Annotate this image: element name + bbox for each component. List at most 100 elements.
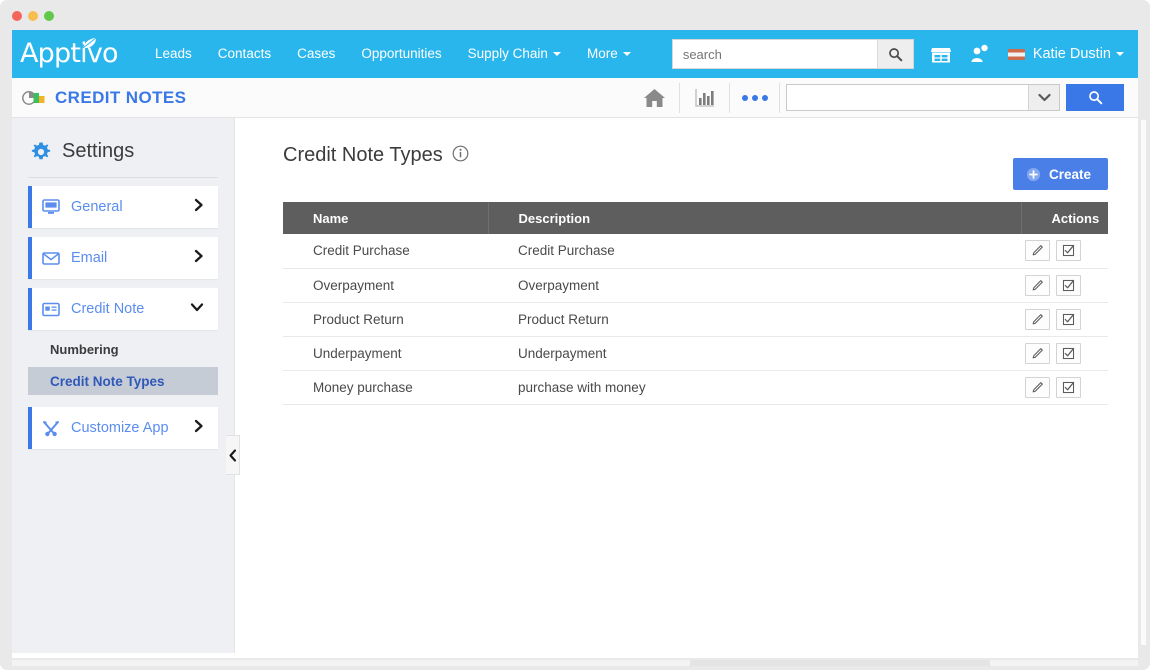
credit-notes-icon [22, 89, 46, 107]
vertical-scrollbar[interactable] [1141, 120, 1146, 645]
reports-button[interactable] [680, 78, 729, 118]
table-header: Name Description Actions [283, 202, 1108, 234]
settings-header: Settings [12, 118, 234, 173]
chevron-right-icon [194, 249, 204, 268]
close-window-button[interactable] [12, 11, 22, 21]
select-row-button[interactable] [1056, 377, 1081, 398]
chevron-down-icon [1116, 52, 1124, 56]
nav-link-leads[interactable]: Leads [142, 30, 205, 78]
sidebar-item-email-label: Email [71, 250, 194, 266]
horizontal-scrollbar-thumb[interactable] [690, 660, 990, 666]
chevron-right-icon [194, 419, 204, 438]
chevron-down-icon [623, 52, 631, 56]
nav-link-more[interactable]: More [574, 30, 644, 78]
cell-name: Product Return [283, 302, 488, 336]
maximize-window-button[interactable] [44, 11, 54, 21]
plus-circle-icon [1026, 167, 1041, 182]
search-icon [888, 47, 903, 62]
sidebar-collapse-handle[interactable] [226, 435, 240, 475]
edit-row-button[interactable] [1025, 309, 1050, 330]
home-icon [642, 87, 667, 109]
top-nav-right-cluster: Katie Dustin [672, 39, 1138, 69]
cell-actions [1021, 370, 1108, 404]
apptivo-logo[interactable]: Apptivo [20, 38, 124, 70]
info-icon[interactable] [452, 145, 469, 167]
more-options-button[interactable] [730, 78, 779, 118]
tools-icon [42, 420, 60, 437]
minimize-window-button[interactable] [28, 11, 38, 21]
nav-link-cases[interactable]: Cases [284, 30, 348, 78]
window-title-bar [0, 0, 1150, 30]
content-pane: Credit Note Types Create Name Descriptio… [234, 118, 1138, 653]
module-search-input[interactable] [787, 85, 1028, 110]
nav-link-opportunities[interactable]: Opportunities [348, 30, 454, 78]
sidebar-item-customize-app-label: Customize App [71, 420, 194, 436]
global-search-button[interactable] [877, 40, 913, 68]
search-icon [1088, 90, 1103, 105]
gear-icon [30, 141, 52, 163]
table-body: Credit Purchase Credit Purchase [283, 234, 1108, 404]
chevron-right-icon [194, 198, 204, 217]
module-search-dropdown-button[interactable] [1028, 85, 1059, 110]
nav-link-supply-chain-label: Supply Chain [468, 46, 548, 61]
table-row[interactable]: Money purchase purchase with money [283, 370, 1108, 404]
edit-row-button[interactable] [1025, 377, 1050, 398]
sidebar-item-email[interactable]: Email [28, 237, 218, 279]
select-row-button[interactable] [1056, 309, 1081, 330]
user-menu[interactable]: Katie Dustin [1008, 46, 1124, 62]
module-toolbar [630, 78, 1138, 118]
store-button[interactable] [930, 44, 952, 64]
user-notification-icon [968, 43, 990, 65]
monitor-icon [42, 199, 60, 215]
edit-row-button[interactable] [1025, 343, 1050, 364]
table-row[interactable]: Credit Purchase Credit Purchase [283, 234, 1108, 268]
home-button[interactable] [630, 78, 679, 118]
sidebar-item-customize-app[interactable]: Customize App [28, 407, 218, 449]
edit-icon [1031, 347, 1044, 360]
envelope-icon [42, 251, 60, 266]
global-search-input[interactable] [673, 40, 877, 68]
nav-link-opportunities-label: Opportunities [361, 46, 441, 61]
sidebar-item-general[interactable]: General [28, 186, 218, 228]
nav-link-leads-label: Leads [155, 46, 192, 61]
table-row[interactable]: Product Return Product Return [283, 302, 1108, 336]
sidebar-item-credit-note-types-label: Credit Note Types [50, 374, 165, 389]
sidebar-item-credit-note[interactable]: Credit Note [28, 288, 218, 330]
cell-actions [1021, 268, 1108, 302]
edit-icon [1031, 244, 1044, 257]
select-row-button[interactable] [1056, 343, 1081, 364]
select-row-button[interactable] [1056, 275, 1081, 296]
edit-row-button[interactable] [1025, 240, 1050, 261]
flag-icon [1008, 49, 1025, 60]
edit-icon [1031, 279, 1044, 292]
user-notification-button[interactable] [968, 43, 990, 65]
nav-link-more-label: More [587, 46, 618, 61]
cell-description: purchase with money [488, 370, 1021, 404]
window-frame-left [0, 30, 12, 658]
column-header-actions: Actions [1021, 202, 1108, 234]
traffic-lights [12, 11, 54, 21]
cell-description: Overpayment [488, 268, 1021, 302]
select-row-button[interactable] [1056, 240, 1081, 261]
nav-link-contacts-label: Contacts [218, 46, 271, 61]
sidebar-item-general-label: General [71, 199, 194, 215]
column-header-description[interactable]: Description [488, 202, 1021, 234]
edit-row-button[interactable] [1025, 275, 1050, 296]
module-search-button[interactable] [1066, 84, 1124, 111]
nav-link-contacts[interactable]: Contacts [205, 30, 284, 78]
sidebar-item-credit-note-types[interactable]: Credit Note Types [28, 367, 218, 395]
cell-description: Underpayment [488, 336, 1021, 370]
leaf-icon [82, 38, 97, 49]
column-header-name[interactable]: Name [283, 202, 488, 234]
nav-link-supply-chain[interactable]: Supply Chain [455, 30, 574, 78]
credit-note-icon [42, 302, 60, 317]
reports-bar-chart-icon [694, 87, 716, 109]
cell-actions [1021, 336, 1108, 370]
global-search [672, 39, 914, 69]
table-row[interactable]: Overpayment Overpayment [283, 268, 1108, 302]
settings-divider [28, 177, 218, 178]
create-button[interactable]: Create [1013, 158, 1108, 190]
table-row[interactable]: Underpayment Underpayment [283, 336, 1108, 370]
apptivo-logo-text: Apptivo [20, 39, 118, 69]
module-search-group [786, 78, 1138, 118]
